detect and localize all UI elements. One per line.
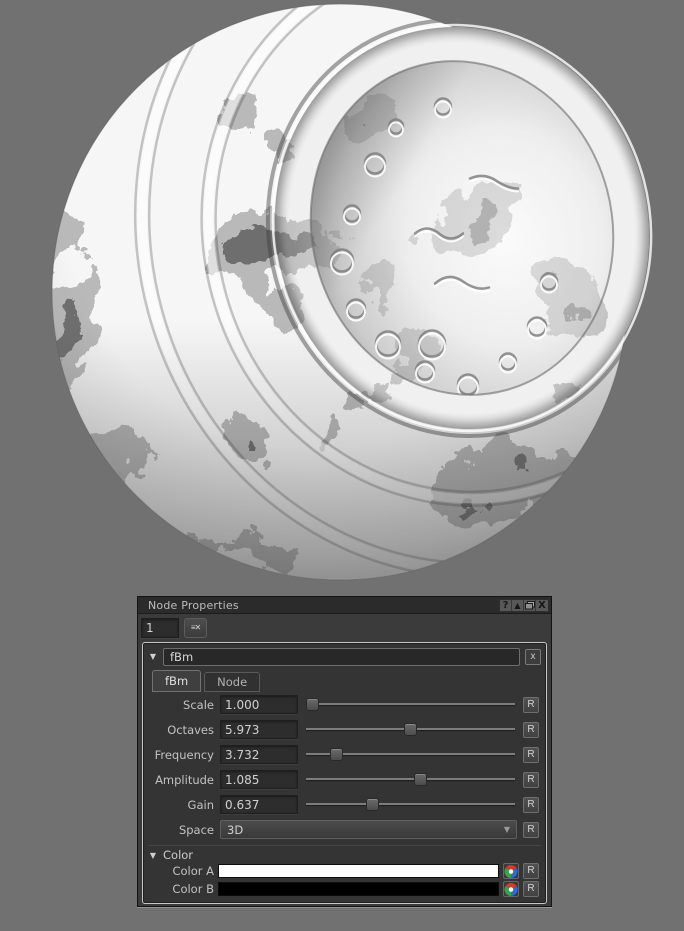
rgb-picker-icon	[504, 882, 518, 896]
application-window: Node Properties ? ▲ X ≡✕ ▼	[0, 0, 684, 931]
popup-icon[interactable]: ▲	[512, 600, 524, 611]
reset-button[interactable]: R	[523, 746, 539, 763]
amplitude-slider[interactable]	[304, 770, 517, 789]
remove-node-button[interactable]: x	[525, 648, 541, 665]
slider-handle[interactable]	[414, 773, 427, 786]
param-row-space: Space 3D ▼ R	[148, 817, 541, 842]
scale-input[interactable]	[220, 695, 298, 714]
reset-button[interactable]: R	[523, 771, 539, 788]
space-dropdown[interactable]: 3D ▼	[220, 820, 517, 839]
param-label: Gain	[187, 797, 214, 812]
param-label: Octaves	[167, 722, 214, 737]
color-picker-button[interactable]	[503, 881, 519, 897]
param-label: Space	[178, 822, 214, 837]
param-row-gain: Gain R	[148, 792, 541, 817]
color-row-a: Color A R	[148, 862, 541, 880]
param-label: Frequency	[154, 747, 214, 762]
tab-strip: fBm Node	[148, 668, 541, 692]
rgb-picker-icon	[504, 864, 518, 878]
node-header: ▼ fBm x	[148, 647, 541, 666]
octaves-input[interactable]	[220, 720, 298, 739]
param-row-amplitude: Amplitude R	[148, 767, 541, 792]
node-name-field[interactable]: fBm	[163, 647, 520, 666]
panel-title: Node Properties	[148, 598, 239, 612]
slider-track	[306, 778, 515, 780]
shader-ball-render	[51, 0, 684, 581]
color-section-title: Color	[163, 848, 194, 862]
param-label: Color A	[172, 864, 214, 878]
gain-input[interactable]	[220, 795, 298, 814]
panel-toolbar: ≡✕	[138, 614, 551, 641]
slider-track	[306, 803, 515, 805]
panel-titlebar[interactable]: Node Properties ? ▲ X	[138, 597, 551, 614]
param-row-scale: Scale R	[148, 692, 541, 717]
reset-button[interactable]: R	[523, 721, 539, 738]
slider-track	[306, 703, 515, 705]
color-section-header[interactable]: ▼ Color	[148, 845, 541, 862]
window-controls: ? ▲ X	[499, 599, 549, 612]
frequency-slider[interactable]	[304, 745, 517, 764]
param-label: Amplitude	[155, 772, 214, 787]
space-value: 3D	[227, 822, 244, 837]
octaves-slider[interactable]	[304, 720, 517, 739]
param-label: Color B	[172, 882, 214, 896]
close-window-icon[interactable]: X	[536, 600, 548, 611]
scale-slider[interactable]	[304, 695, 517, 714]
slider-handle[interactable]	[404, 723, 417, 736]
color-row-b: Color B R	[148, 880, 541, 898]
collapse-triangle-icon[interactable]: ▼	[148, 851, 158, 860]
collapse-triangle-icon[interactable]: ▼	[148, 652, 158, 661]
tab-node[interactable]: Node	[204, 672, 261, 692]
slider-handle[interactable]	[366, 798, 379, 811]
node-groupbox: ▼ fBm x fBm Node Scale R	[142, 642, 547, 904]
reset-button[interactable]: R	[523, 696, 539, 713]
color-picker-button[interactable]	[503, 863, 519, 879]
tab-fbm[interactable]: fBm	[152, 670, 202, 692]
color-a-swatch[interactable]	[218, 864, 499, 878]
gain-slider[interactable]	[304, 795, 517, 814]
node-name: fBm	[170, 649, 194, 664]
frequency-input[interactable]	[220, 745, 298, 764]
amplitude-input[interactable]	[220, 770, 298, 789]
clear-selection-button[interactable]: ≡✕	[184, 617, 207, 638]
param-label: Scale	[183, 697, 214, 712]
param-row-octaves: Octaves R	[148, 717, 541, 742]
node-index-input[interactable]	[141, 617, 179, 638]
param-row-frequency: Frequency R	[148, 742, 541, 767]
chevron-down-icon: ▼	[503, 825, 510, 834]
reset-button[interactable]: R	[523, 821, 539, 838]
color-b-swatch[interactable]	[218, 882, 499, 896]
reset-button[interactable]: R	[523, 863, 539, 879]
slider-handle[interactable]	[305, 698, 319, 711]
reset-button[interactable]: R	[523, 881, 539, 897]
help-icon[interactable]: ?	[500, 600, 512, 611]
clear-selection-icon: ≡✕	[190, 623, 201, 632]
restore-window-icon[interactable]	[524, 600, 536, 611]
material-preview-viewport[interactable]	[0, 0, 684, 596]
node-properties-panel: Node Properties ? ▲ X ≡✕ ▼	[137, 596, 552, 907]
slider-handle[interactable]	[329, 748, 343, 761]
reset-button[interactable]: R	[523, 796, 539, 813]
